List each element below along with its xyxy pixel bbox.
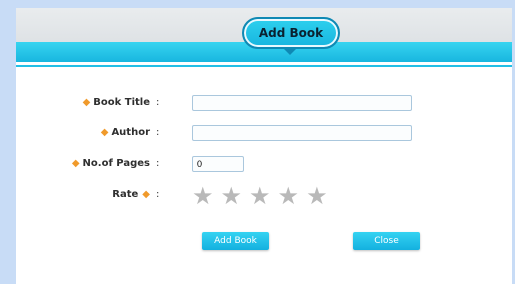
pages-row: ◆ No.of Pages : (16, 156, 512, 176)
author-row: ◆ Author : (16, 125, 512, 145)
star-icon[interactable]: ★ (306, 184, 328, 208)
required-diamond-icon: ◆ (82, 97, 91, 108)
required-diamond-icon: ◆ (71, 158, 80, 169)
header-divider (16, 65, 512, 67)
add-book-button[interactable]: Add Book (202, 232, 269, 250)
dialog-panel: Add Book ◆ Book Title : ◆ Author : ◆ No.of … (16, 8, 512, 284)
book-title-row: ◆ Book Title : (16, 95, 512, 115)
pages-input[interactable] (192, 156, 244, 172)
dialog-title: Add Book (242, 17, 340, 49)
close-button[interactable]: Close (353, 232, 420, 250)
book-title-input[interactable] (192, 95, 412, 111)
rate-label: Rate ◆ (112, 189, 150, 200)
rating-stars: ★ ★ ★ ★ ★ (192, 184, 328, 208)
rate-label-text: Rate (112, 189, 139, 200)
rate-row: Rate ◆ : ★ ★ ★ ★ ★ (16, 184, 512, 208)
pages-label-text: No.of Pages (82, 158, 150, 169)
star-icon[interactable]: ★ (192, 184, 214, 208)
colon-separator: : (156, 127, 160, 138)
pages-label: ◆ No.of Pages (72, 158, 150, 169)
star-icon[interactable]: ★ (249, 184, 271, 208)
author-input[interactable] (192, 125, 412, 141)
book-title-label: ◆ Book Title (83, 97, 150, 108)
required-diamond-icon: ◆ (100, 127, 109, 138)
colon-separator: : (156, 189, 160, 200)
colon-separator: : (156, 158, 160, 169)
author-label: ◆ Author (101, 127, 150, 138)
book-title-label-text: Book Title (93, 97, 150, 108)
star-icon[interactable]: ★ (278, 184, 300, 208)
colon-separator: : (156, 97, 160, 108)
author-label-text: Author (111, 127, 150, 138)
star-icon[interactable]: ★ (221, 184, 243, 208)
required-diamond-icon: ◆ (142, 189, 150, 200)
